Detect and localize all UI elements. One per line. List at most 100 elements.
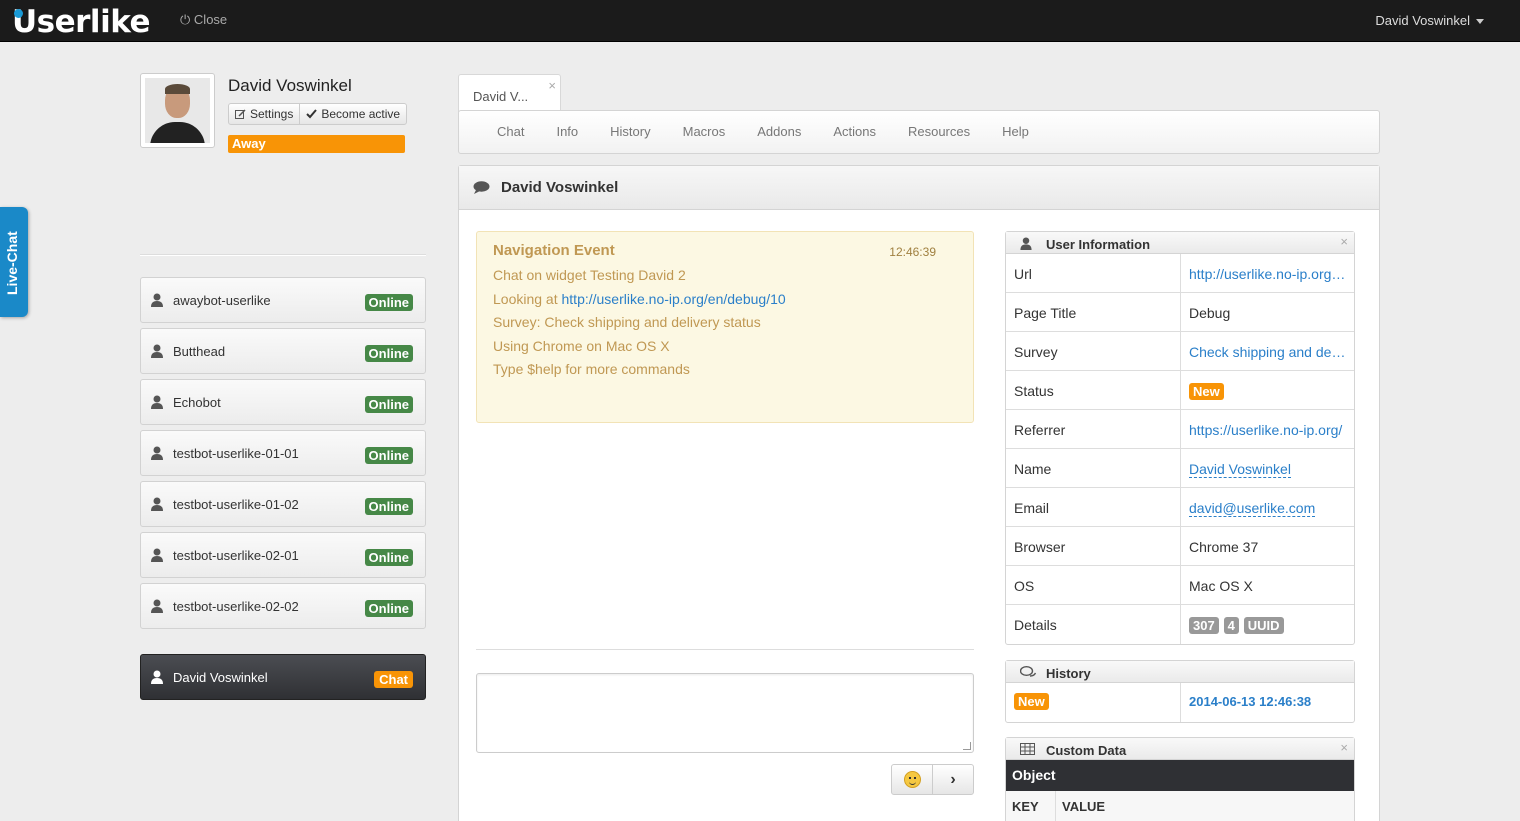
info-key: Name [1006,449,1181,487]
contact-item[interactable]: Butthead Online [140,328,426,374]
resize-handle-icon[interactable] [963,742,971,750]
info-row-survey: SurveyCheck shipping and delivery status [1006,332,1354,371]
event-line: Using Chrome on Mac OS X [493,337,670,354]
info-value: Debug [1189,305,1231,321]
tab-resources[interactable]: Resources [892,111,986,153]
chat-badge: Chat [374,671,413,688]
send-button-group: › [891,764,974,795]
contact-name: Butthead [173,344,226,359]
online-badge: Online [364,447,413,464]
chat-tab-label: David V... [473,89,529,104]
become-active-label: Become active [321,107,401,121]
user-icon [151,548,163,562]
event-time: 12:46:39 [889,245,936,259]
contact-name: testbot-userlike-01-01 [173,446,299,461]
detail-badge[interactable]: 4 [1223,617,1239,634]
history-row[interactable]: New 2014-06-13 12:46:38 [1006,683,1354,722]
close-button[interactable]: ⏻ Close [180,12,227,28]
info-row-name: Name David Voswinkel [1006,449,1354,488]
event-line: Chat on widget Testing David 2 [493,267,686,283]
contact-item-active[interactable]: David Voswinkel Chat [140,654,426,700]
close-icon[interactable]: × [1340,740,1348,755]
tab-help[interactable]: Help [986,111,1045,153]
user-menu-label: David Voswinkel [1375,13,1470,28]
comment-icon [473,181,490,194]
history-date-link[interactable]: 2014-06-13 12:46:38 [1181,683,1319,722]
contact-item[interactable]: testbot-userlike-02-01 Online [140,532,426,578]
user-icon [151,344,163,358]
online-badge: Online [364,600,413,617]
contact-item[interactable]: testbot-userlike-01-02 Online [140,481,426,527]
profile-button-group: Settings Become active [228,103,408,125]
new-badge: New [1014,693,1049,710]
send-button[interactable]: › [932,765,973,794]
event-title: Navigation Event [493,242,615,259]
live-chat-tab[interactable]: Live-Chat [0,207,28,317]
tab-history[interactable]: History [594,111,666,153]
event-line: Survey: Check shipping and delivery stat… [493,314,761,330]
user-icon [151,395,163,409]
online-badge: Online [364,549,413,566]
info-value-link[interactable]: https://userlike.no-ip.org/ [1181,410,1354,448]
close-tab-icon[interactable]: × [548,78,556,93]
editable-value[interactable]: david@userlike.com [1189,500,1316,517]
navigation-event-message: Navigation Event 12:46:39 Chat on widget… [476,231,974,423]
edit-icon [235,108,246,119]
tab-actions[interactable]: Actions [817,111,892,153]
custom-data-box: Custom Data × Object KEY VALUE [1005,737,1355,821]
emoji-button[interactable] [892,765,932,794]
contact-item[interactable]: testbot-userlike-01-01 Online [140,430,426,476]
settings-button[interactable]: Settings [229,104,299,124]
user-icon [151,670,163,684]
online-badge: Online [364,294,413,311]
editable-value[interactable]: David Voswinkel [1189,461,1291,478]
online-badge: Online [364,345,413,362]
contact-name: David Voswinkel [173,670,268,685]
user-menu-dropdown[interactable]: David Voswinkel [1375,13,1484,28]
info-key: Browser [1006,527,1181,565]
tab-info[interactable]: Info [540,111,594,153]
tab-addons[interactable]: Addons [741,111,817,153]
info-key: Referrer [1006,410,1181,448]
become-active-button[interactable]: Become active [299,104,406,124]
chat-session-tab[interactable]: David V... × [458,74,561,112]
close-icon[interactable]: × [1340,234,1348,249]
contact-name: awaybot-userlike [173,293,271,308]
profile-name: David Voswinkel [228,76,352,95]
info-key: OS [1006,566,1181,604]
history-box: History New 2014-06-13 12:46:38 [1005,660,1355,723]
live-chat-label: Live-Chat [4,231,20,295]
logo-dot-icon [14,9,23,18]
table-icon [1020,743,1035,755]
info-value-link[interactable]: http://userlike.no-ip.org/en/debug/10 [1181,254,1354,292]
info-key: Page Title [1006,293,1181,331]
chat-divider [476,649,974,650]
settings-label: Settings [250,107,294,121]
detail-badge[interactable]: UUID [1243,617,1284,634]
user-information-box: User Information × Url http://userlike.no… [1005,231,1355,645]
close-label: Close [193,12,228,27]
contact-item[interactable]: awaybot-userlike Online [140,277,426,323]
top-navbar: Userlike ⏻ Close David Voswinkel [0,0,1520,42]
smiley-icon [903,771,921,788]
caret-down-icon [1476,19,1484,25]
event-url-link[interactable]: http://userlike.no-ip.org/en/debug/10 [562,291,786,307]
info-value-link[interactable]: Check shipping and delivery status [1181,332,1354,370]
userlike-logo[interactable]: Userlike [12,4,151,40]
info-row-browser: Browser Chrome 37 [1006,527,1354,566]
contact-item[interactable]: Echobot Online [140,379,426,425]
contact-item[interactable]: testbot-userlike-02-02 Online [140,583,426,629]
comments-icon [1020,666,1037,677]
tab-chat[interactable]: Chat [481,111,540,153]
message-input[interactable] [476,673,974,753]
custom-data-header: Custom Data × [1006,738,1354,760]
tab-macros[interactable]: Macros [667,111,742,153]
info-row-email: Email david@userlike.com [1006,488,1354,527]
detail-badge[interactable]: 307 [1189,617,1219,634]
chat-panel-title: David Voswinkel [501,179,619,196]
power-icon: ⏻ [180,12,191,27]
logo-text: Userlike [12,4,151,40]
column-value: VALUE [1062,799,1106,814]
info-row-os: OS Mac OS X [1006,566,1354,605]
info-key: Survey [1006,332,1181,370]
